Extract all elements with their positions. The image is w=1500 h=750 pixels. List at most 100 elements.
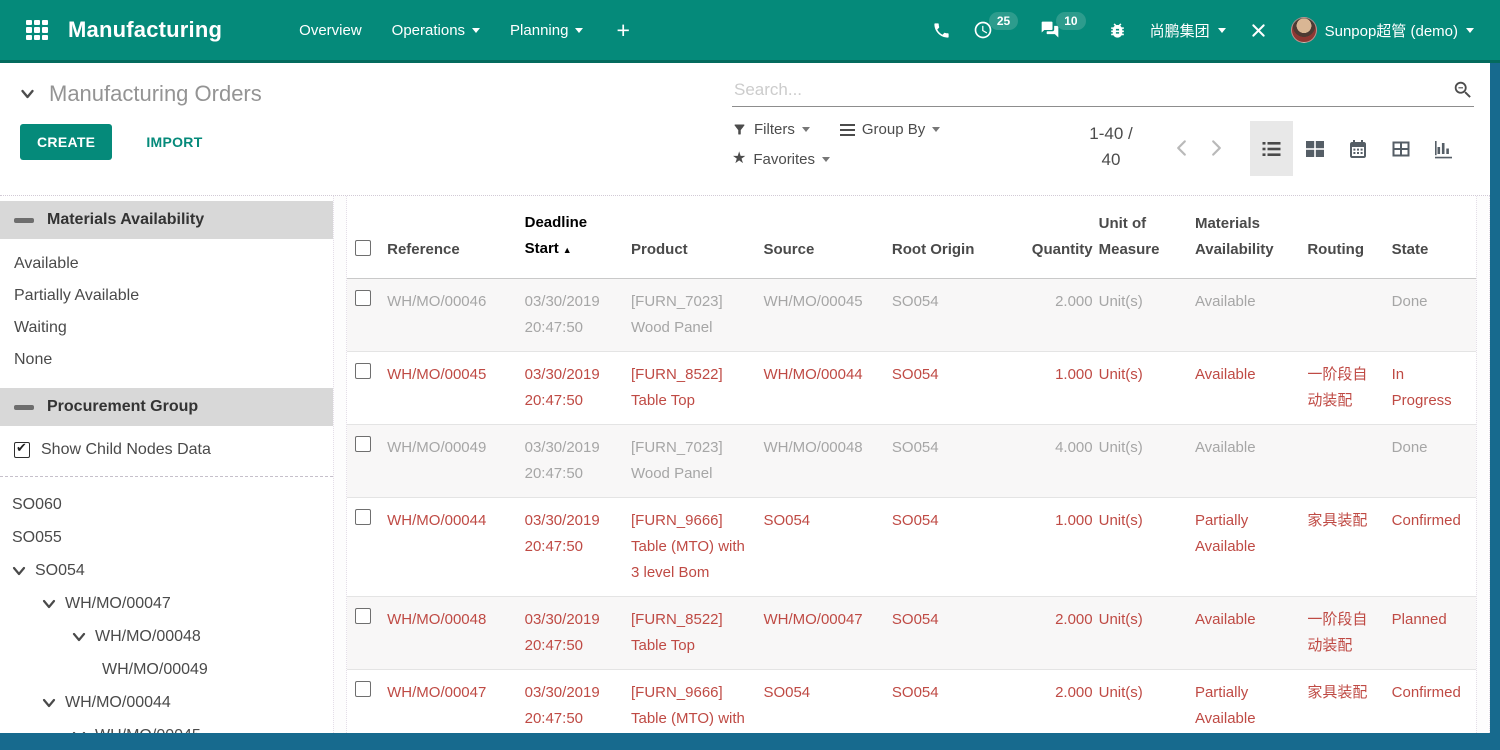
create-button[interactable]: CREATE: [20, 124, 112, 160]
cell-routing: [1305, 425, 1389, 498]
window-frame-right: [1490, 63, 1500, 750]
select-all-checkbox[interactable]: [355, 240, 371, 256]
tree-node-so055[interactable]: SO055: [0, 521, 333, 554]
column-header-state[interactable]: State: [1390, 196, 1476, 279]
cell-deadline: 03/30/2019 20:47:50: [523, 425, 629, 498]
materials-availability-list: AvailablePartially AvailableWaitingNone: [0, 248, 333, 376]
company-name: 尚鹏集团: [1150, 20, 1210, 41]
voip-phone-button[interactable]: [921, 0, 962, 60]
row-checkbox[interactable]: [355, 363, 371, 379]
view-switch-list[interactable]: [1250, 121, 1293, 176]
view-switch-graph[interactable]: [1422, 121, 1465, 176]
column-header-deadline-start[interactable]: Deadline Start▲: [523, 196, 629, 279]
row-checkbox[interactable]: [355, 509, 371, 525]
tree-node-wh-mo-00049[interactable]: WH/MO/00049: [0, 653, 333, 686]
cell-reference: WH/MO/00045: [385, 352, 522, 425]
tree-node-wh-mo-00047[interactable]: WH/MO/00047: [0, 587, 333, 620]
column-header-quantity[interactable]: Quantity: [1018, 196, 1096, 279]
tree-node-wh-mo-00048[interactable]: WH/MO/00048: [0, 620, 333, 653]
cell-product: [FURN_8522] Table Top: [629, 352, 761, 425]
cell-root_origin: SO054: [890, 670, 1018, 734]
tree-node-wh-mo-00044[interactable]: WH/MO/00044: [0, 686, 333, 719]
table-row-wh-mo-00046[interactable]: WH/MO/0004603/30/2019 20:47:50[FURN_7023…: [347, 279, 1476, 352]
search-input[interactable]: [732, 79, 1452, 101]
row-select-cell: [347, 352, 385, 425]
cell-routing: [1305, 279, 1389, 352]
pager-buttons: [1172, 135, 1226, 164]
view-switcher: [1250, 121, 1465, 176]
row-checkbox[interactable]: [355, 681, 371, 697]
favorites-menu[interactable]: ★ Favorites: [732, 151, 830, 168]
column-header-materials-availability[interactable]: Materials Availability: [1193, 196, 1305, 279]
chevron-down-icon[interactable]: [72, 631, 86, 643]
view-switch-pivot[interactable]: [1379, 121, 1422, 176]
cell-routing: 家具装配: [1305, 670, 1389, 734]
table-header-row: ReferenceDeadline Start▲ProductSourceRoo…: [347, 196, 1476, 279]
cell-source: WH/MO/00045: [761, 279, 889, 352]
view-switch-kanban[interactable]: [1293, 121, 1336, 176]
activities-button[interactable]: 25: [962, 0, 1029, 60]
cell-reference: WH/MO/00044: [385, 498, 522, 597]
row-checkbox[interactable]: [355, 608, 371, 624]
nav-item-label: Operations: [392, 22, 465, 39]
filter-waiting[interactable]: Waiting: [14, 312, 333, 344]
filter-available[interactable]: Available: [14, 248, 333, 280]
caret-down-icon: [932, 127, 940, 136]
nav-item-operations[interactable]: Operations: [377, 0, 495, 60]
nav-item-overview[interactable]: Overview: [284, 0, 377, 60]
column-header-reference[interactable]: Reference: [385, 196, 522, 279]
chevron-down-icon[interactable]: [42, 598, 56, 610]
apps-grid-icon[interactable]: [26, 20, 48, 41]
pager-next-button[interactable]: [1207, 135, 1226, 164]
filter-none[interactable]: None: [14, 344, 333, 376]
messages-button[interactable]: 10: [1029, 0, 1096, 60]
filters-menu[interactable]: Filters: [732, 121, 810, 139]
nav-item-label: Planning: [510, 22, 568, 39]
app-title[interactable]: Manufacturing: [68, 17, 222, 43]
procurement-group-tree: SO060SO055SO054WH/MO/00047WH/MO/00048WH/…: [0, 477, 333, 733]
row-checkbox[interactable]: [355, 290, 371, 306]
column-header-routing[interactable]: Routing: [1305, 196, 1389, 279]
chevron-down-icon[interactable]: [12, 565, 26, 577]
cell-root_origin: SO054: [890, 425, 1018, 498]
column-header-unit-of-measure[interactable]: Unit of Measure: [1097, 196, 1193, 279]
table-row-wh-mo-00049[interactable]: WH/MO/0004903/30/2019 20:47:50[FURN_7023…: [347, 425, 1476, 498]
search-bar: [732, 79, 1474, 107]
cell-reference: WH/MO/00048: [385, 597, 522, 670]
column-header-root-origin[interactable]: Root Origin: [890, 196, 1018, 279]
bug-icon: [1108, 21, 1127, 40]
sidebar-scrollbar[interactable]: [333, 196, 347, 733]
import-button[interactable]: IMPORT: [140, 133, 208, 151]
column-header-source[interactable]: Source: [761, 196, 889, 279]
page-title[interactable]: Manufacturing Orders: [49, 81, 262, 107]
column-header-product[interactable]: Product: [629, 196, 761, 279]
cell-uom: Unit(s): [1097, 425, 1193, 498]
quick-create-button[interactable]: +: [598, 17, 647, 44]
user-menu[interactable]: Sunpop超管 (demo): [1279, 0, 1486, 60]
search-magnifier-icon[interactable]: [1452, 79, 1474, 101]
main-scrollbar[interactable]: [1476, 196, 1490, 733]
show-child-nodes-checkbox[interactable]: [14, 442, 30, 458]
tree-node-so060[interactable]: SO060: [0, 488, 333, 521]
chevron-down-icon[interactable]: [20, 88, 35, 100]
group-by-menu[interactable]: Group By: [840, 121, 940, 139]
table-row-wh-mo-00045[interactable]: WH/MO/0004503/30/2019 20:47:50[FURN_8522…: [347, 352, 1476, 425]
company-switcher[interactable]: 尚鹏集团: [1138, 0, 1238, 60]
nav-item-planning[interactable]: Planning: [495, 0, 598, 60]
table-row-wh-mo-00047[interactable]: WH/MO/0004703/30/2019 20:47:50[FURN_9666…: [347, 670, 1476, 734]
pager-previous-button[interactable]: [1172, 135, 1191, 164]
graph-view-icon: [1433, 139, 1454, 159]
settings-tools-button[interactable]: [1238, 0, 1279, 60]
control-panel-right: Filters Group By ★ Favorites: [732, 71, 1486, 195]
table-row-wh-mo-00044[interactable]: WH/MO/0004403/30/2019 20:47:50[FURN_9666…: [347, 498, 1476, 597]
row-checkbox[interactable]: [355, 436, 371, 452]
debug-button[interactable]: [1097, 0, 1138, 60]
tree-node-so054[interactable]: SO054: [0, 554, 333, 587]
chevron-down-icon[interactable]: [42, 697, 56, 709]
tree-node-label: WH/MO/00044: [65, 686, 171, 719]
show-child-nodes-option[interactable]: Show Child Nodes Data: [0, 426, 333, 477]
table-row-wh-mo-00048[interactable]: WH/MO/0004803/30/2019 20:47:50[FURN_8522…: [347, 597, 1476, 670]
filter-partially-available[interactable]: Partially Available: [14, 280, 333, 312]
view-switch-calendar[interactable]: [1336, 121, 1379, 176]
tree-node-wh-mo-00045[interactable]: WH/MO/00045: [0, 719, 333, 733]
